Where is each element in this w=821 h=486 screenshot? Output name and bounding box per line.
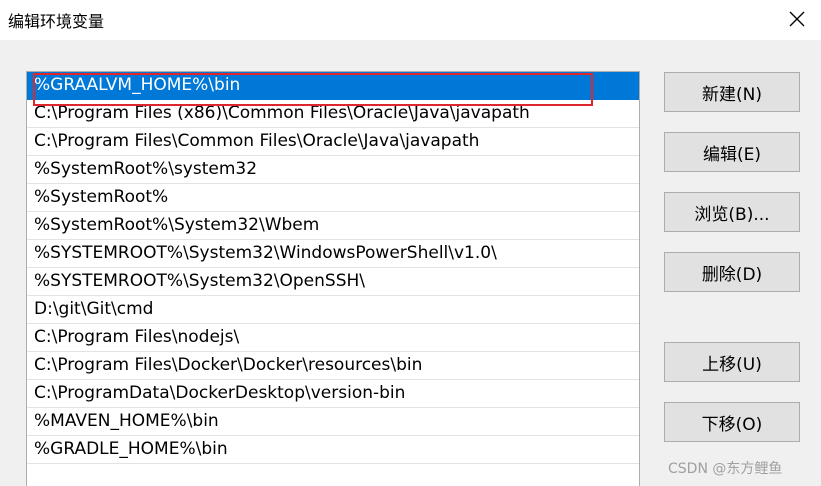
list-item[interactable]: %MAVEN_HOME%\bin (27, 408, 639, 436)
list-item[interactable]: %SystemRoot% (27, 184, 639, 212)
new-button[interactable]: 新建(N) (664, 72, 800, 112)
edit-button[interactable]: 编辑(E) (664, 132, 800, 172)
list-item[interactable]: C:\Program Files\nodejs\ (27, 324, 639, 352)
move-down-button[interactable]: 下移(O) (664, 402, 800, 442)
list-item[interactable]: %SYSTEMROOT%\System32\OpenSSH\ (27, 268, 639, 296)
list-item[interactable]: %GRADLE_HOME%\bin (27, 436, 639, 464)
list-item[interactable]: D:\git\Git\cmd (27, 296, 639, 324)
list-item[interactable]: C:\Program Files\Docker\Docker\resources… (27, 352, 639, 380)
list-item[interactable]: %GRAALVM_HOME%\bin (27, 72, 639, 100)
close-icon (789, 11, 805, 27)
watermark: CSDN @东方鲤鱼 (668, 461, 783, 477)
list-item[interactable]: %SystemRoot%\system32 (27, 156, 639, 184)
title-bar: 编辑环境变量 (0, 0, 821, 40)
path-list[interactable]: %GRAALVM_HOME%\bin C:\Program Files (x86… (26, 71, 640, 486)
list-item[interactable]: C:\Program Files\Common Files\Oracle\Jav… (27, 128, 639, 156)
list-item[interactable]: %SYSTEMROOT%\System32\WindowsPowerShell\… (27, 240, 639, 268)
list-item[interactable]: %SystemRoot%\System32\Wbem (27, 212, 639, 240)
delete-button[interactable]: 删除(D) (664, 252, 800, 292)
list-item[interactable]: C:\Program Files (x86)\Common Files\Orac… (27, 100, 639, 128)
close-button[interactable] (782, 4, 812, 34)
browse-button[interactable]: 浏览(B)... (664, 192, 800, 232)
window-title: 编辑环境变量 (8, 12, 105, 31)
move-up-button[interactable]: 上移(U) (664, 342, 800, 382)
list-item-empty (27, 464, 639, 486)
list-item[interactable]: C:\ProgramData\DockerDesktop\version-bin (27, 380, 639, 408)
